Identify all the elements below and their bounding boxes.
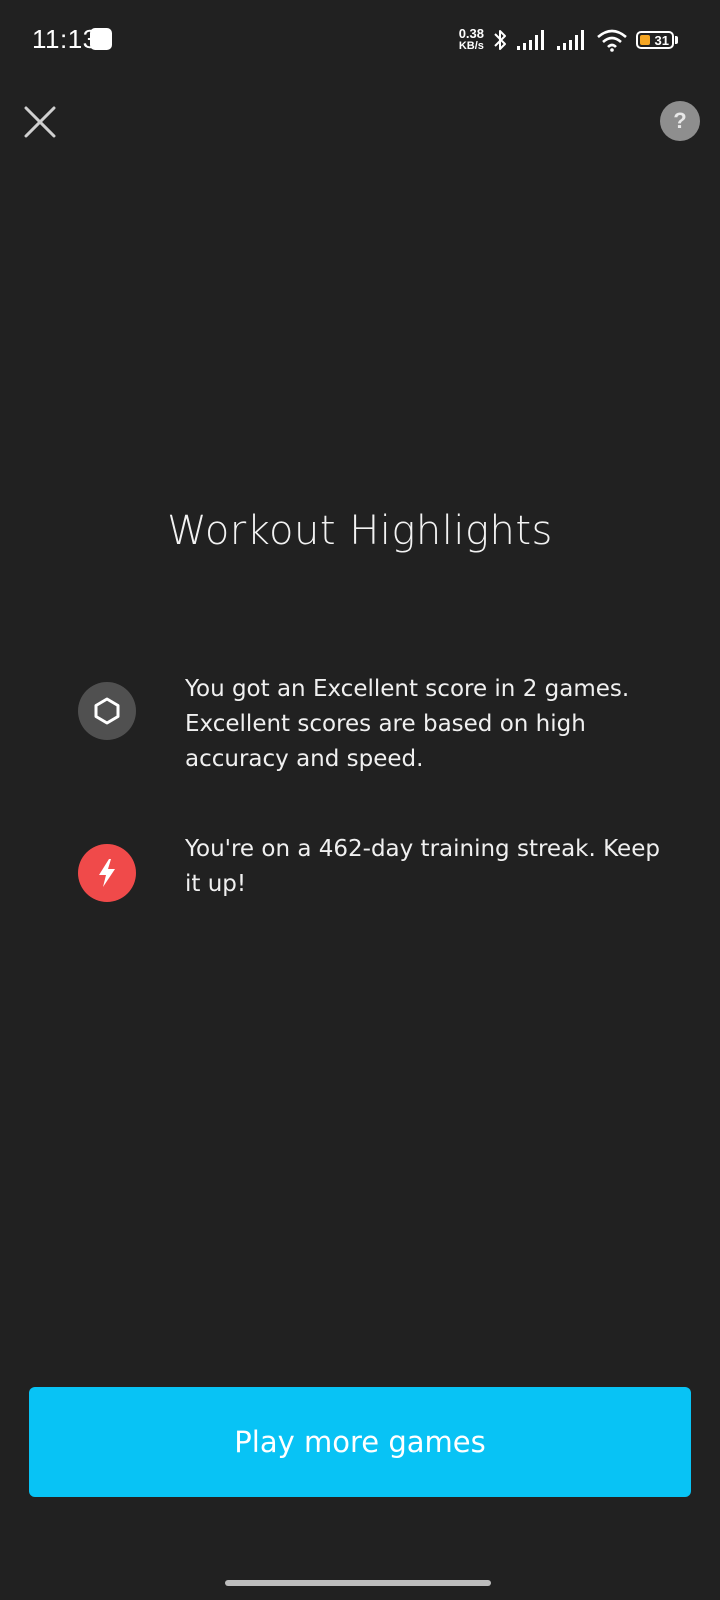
status-bar: 11:13 0.38 KB/s 31	[0, 0, 720, 80]
workout-highlights-screen: 11:13 0.38 KB/s 31 ? Workout Highlights …	[0, 0, 720, 1600]
highlight-text: You got an Excellent score in 2 games. E…	[185, 676, 630, 772]
score-badge	[78, 682, 136, 740]
network-speed-value: 0.38	[458, 26, 484, 41]
status-indicators: 0.38 KB/s 31	[459, 24, 678, 56]
lightning-icon	[99, 859, 115, 887]
network-speed: 0.38 KB/s	[458, 26, 484, 52]
wifi-icon	[597, 29, 627, 52]
battery-icon: 31	[636, 31, 678, 49]
app-notification-icon	[90, 28, 112, 50]
help-button[interactable]: ?	[660, 101, 700, 141]
signal-icon	[517, 30, 544, 50]
play-more-games-button[interactable]: Play more games	[29, 1387, 691, 1497]
status-time: 11:13	[32, 24, 98, 54]
highlight-text: You're on a 462-day training streak. Kee…	[185, 836, 660, 897]
hexagon-icon	[94, 697, 120, 725]
battery-tip	[675, 36, 678, 44]
bluetooth-icon	[494, 30, 506, 50]
close-icon	[24, 106, 56, 138]
home-indicator[interactable]	[225, 1580, 491, 1586]
close-button[interactable]	[22, 104, 58, 140]
streak-badge	[78, 844, 136, 902]
battery-level: 31	[654, 32, 669, 48]
help-icon: ?	[673, 108, 687, 133]
page-title: Workout Highlights	[167, 508, 553, 554]
signal-icon	[557, 30, 584, 50]
battery-body: 31	[636, 31, 674, 49]
network-speed-unit: KB/s	[458, 40, 484, 52]
